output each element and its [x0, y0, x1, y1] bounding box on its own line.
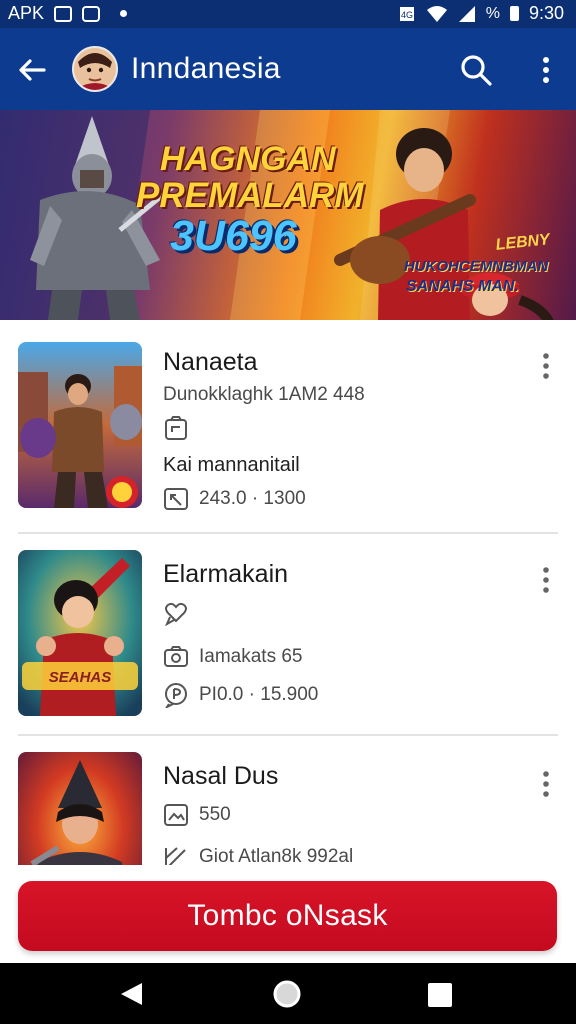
game-list: Nanaeta Dunokklaghk 1AM2 448 Kai mannani…: [0, 320, 576, 865]
clipboard-icon: [165, 416, 187, 440]
banner-subtitle-1: HUKOHCEMNBMAN: [404, 258, 549, 275]
item-price: 243.0 · 1300: [199, 488, 306, 509]
item-meta-row: Giot Atlan8k 992al: [163, 844, 353, 865]
banner-code: 3U696: [170, 212, 297, 260]
list-item[interactable]: SEAHAS Elarmakain Iamakats 65 PI0.0 · 15…: [0, 534, 576, 736]
price-icon: [165, 683, 187, 708]
svg-text:SEAHAS: SEAHAS: [49, 669, 112, 686]
status-left: APK: [8, 3, 128, 24]
item-meta-row: [163, 600, 189, 626]
more-vert-icon[interactable]: [534, 768, 558, 800]
avatar[interactable]: [72, 46, 118, 92]
item-stat: 550: [199, 804, 231, 825]
status-bar: APK 4G % 9:30: [0, 0, 576, 28]
page-title: Inndanesia: [131, 52, 281, 85]
battery-percent: %: [485, 4, 500, 22]
item-price: PI0.0 · 15.900: [199, 684, 319, 705]
back-triangle-icon[interactable]: [118, 981, 144, 1007]
battery-icon: [509, 6, 519, 21]
status-app-label: APK: [8, 3, 45, 23]
edit-icon: [165, 847, 186, 865]
promo-banner[interactable]: HAGNGAN PREMALARM 3U696 LEBNY HUKOHCEMNB…: [0, 110, 576, 320]
item-stat-row: Iamakats 65: [163, 644, 303, 670]
list-item[interactable]: Nanaeta Dunokklaghk 1AM2 448 Kai mannani…: [0, 320, 576, 534]
banner-subtitle-2: SANAHS MAN.: [406, 278, 519, 295]
more-vert-icon[interactable]: [534, 350, 558, 382]
tag-icon: [164, 488, 188, 510]
data-icon: 4G: [399, 6, 414, 21]
item-subtitle: Dunokklaghk 1AM2 448: [163, 384, 365, 405]
item-price-row: 243.0 · 1300: [163, 486, 306, 512]
item-stat-row: 550: [163, 802, 231, 828]
item-thumbnail[interactable]: [18, 752, 142, 865]
heart-chat-icon: [165, 602, 187, 626]
more-vert-icon[interactable]: [534, 564, 558, 596]
item-title: Elarmakain: [163, 560, 289, 588]
status-time: 9:30: [528, 3, 564, 23]
list-item[interactable]: Nasal Dus 550 Giot Atlan8k 992al: [0, 736, 576, 865]
more-vert-icon[interactable]: [534, 52, 558, 88]
app-grid-icon: [54, 5, 73, 22]
dot-icon: [120, 10, 128, 17]
item-title: Nasal Dus: [163, 762, 279, 790]
item-meta: Giot Atlan8k 992al: [199, 846, 354, 865]
primary-action-button[interactable]: Tombc oNsask: [18, 881, 557, 951]
status-right: 4G % 9:30: [398, 3, 564, 24]
wifi-icon: [426, 5, 447, 22]
signal-icon: [458, 5, 475, 22]
item-thumbnail[interactable]: SEAHAS: [18, 550, 142, 716]
search-icon[interactable]: [458, 52, 494, 88]
item-thumbnail[interactable]: [18, 342, 142, 508]
app-bar: Inndanesia: [0, 28, 576, 110]
camera-icon: [164, 646, 188, 667]
item-price-row: PI0.0 · 15.900: [163, 682, 318, 708]
item-stat: Iamakats 65: [199, 646, 303, 667]
notification-icon: [82, 5, 101, 22]
image-icon: [164, 804, 188, 826]
item-description: Kai mannanitail: [163, 454, 300, 476]
banner-headline-1: HAGNGAN: [160, 140, 336, 178]
back-arrow-icon[interactable]: [14, 52, 50, 88]
banner-headline-2: PREMALARM: [136, 176, 364, 215]
item-meta-row: [163, 416, 189, 442]
svg-text:4G: 4G: [401, 10, 413, 20]
system-nav-bar: [0, 963, 576, 1024]
item-title: Nanaeta: [163, 348, 258, 376]
home-circle-icon[interactable]: [272, 979, 302, 1009]
recents-square-icon[interactable]: [428, 983, 452, 1007]
